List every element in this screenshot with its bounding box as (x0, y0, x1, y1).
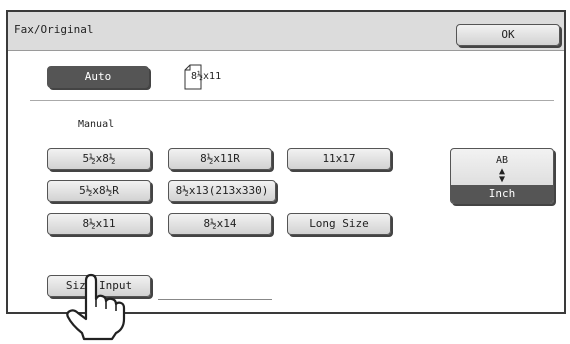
detected-size-label: 8½x11 (191, 71, 222, 82)
unit-ab-label: AB (495, 155, 509, 166)
up-down-arrows-icon: ▲ ▼ (498, 166, 506, 185)
size-8-5x11-button[interactable]: 8½x11 (47, 213, 151, 235)
size-8-5x13-button[interactable]: 8½x13(213x330) (168, 180, 276, 202)
fax-original-panel: Fax/Original OK Auto 8½x11 Manual 5½x8½ … (6, 10, 566, 314)
ok-button-label: OK (501, 28, 515, 41)
auto-button-label: Auto (84, 70, 112, 83)
manual-label: Manual (78, 119, 115, 130)
size-input-underline (158, 299, 272, 300)
auto-button[interactable]: Auto (47, 66, 149, 88)
size-11x17-button[interactable]: 11x17 (287, 148, 391, 170)
size-label: 8½x13(213x330) (175, 184, 269, 197)
unit-toggle-button[interactable]: AB ▲ ▼ Inch (450, 148, 554, 204)
divider (30, 100, 554, 101)
long-size-button[interactable]: Long Size (287, 213, 391, 235)
size-label: 5½x8½ (82, 152, 116, 165)
size-5-5x8-5-button[interactable]: 5½x8½ (47, 148, 151, 170)
size-label: 11x17 (322, 152, 356, 165)
size-label: Long Size (309, 217, 369, 230)
size-8-5x14-button[interactable]: 8½x14 (168, 213, 272, 235)
size-label: 8½x11R (200, 152, 240, 165)
pointing-hand-icon (66, 273, 126, 341)
ok-button[interactable]: OK (456, 24, 560, 46)
size-label: 8½x11 (82, 217, 116, 230)
unit-inch-label: Inch (451, 185, 553, 203)
size-label: 5½x8½R (79, 184, 119, 197)
size-8-5x11r-button[interactable]: 8½x11R (168, 148, 272, 170)
size-label: 8½x14 (203, 217, 237, 230)
dialog-title: Fax/Original (14, 23, 94, 36)
size-5-5x8-5r-button[interactable]: 5½x8½R (47, 180, 151, 202)
